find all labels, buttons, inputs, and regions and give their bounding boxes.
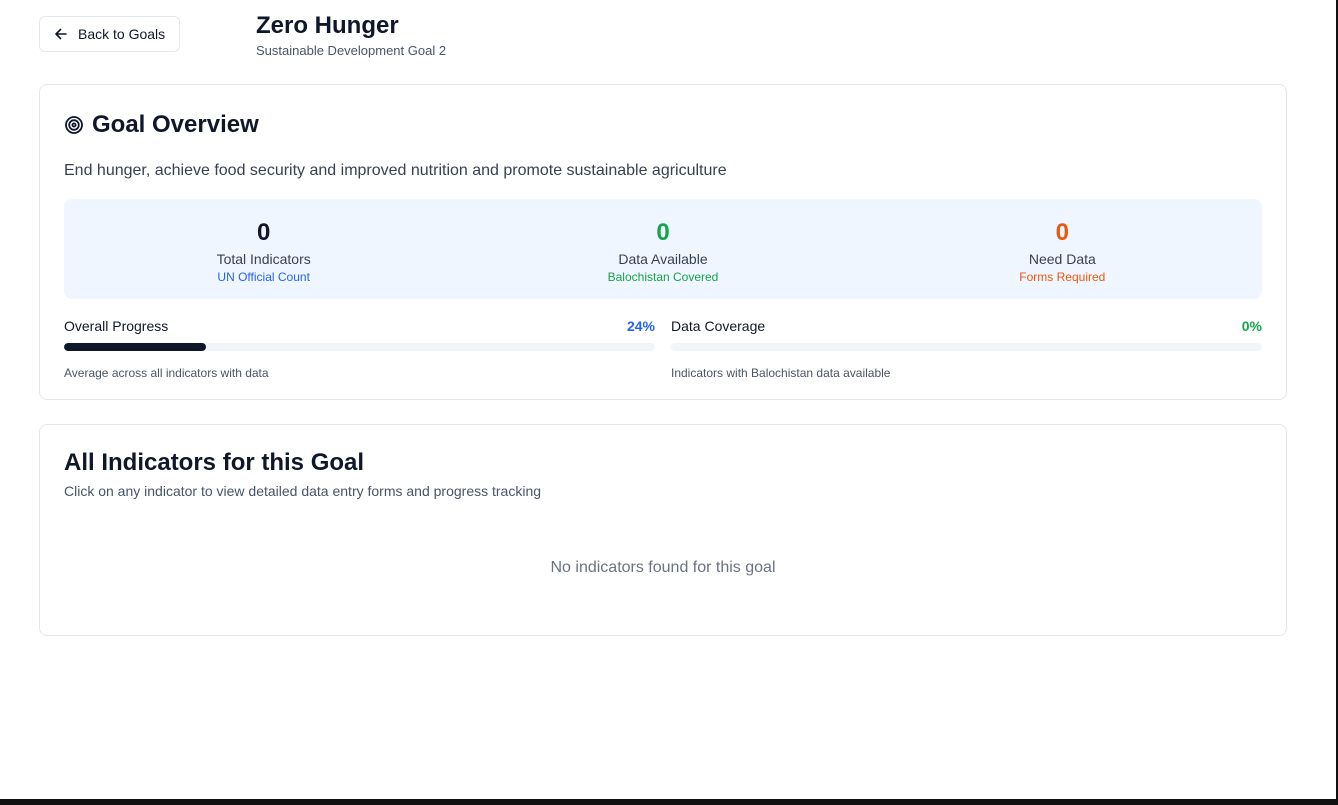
stat-sublabel: Balochistan Covered [607, 270, 719, 284]
stat-data-available: 0 Data Available Balochistan Covered [463, 199, 862, 299]
empty-state-message: No indicators found for this goal [550, 559, 776, 576]
indicators-card: All Indicators for this Goal Click on an… [39, 424, 1287, 636]
overall-progress-label: Overall Progress [64, 318, 169, 334]
indicators-subtitle: Click on any indicator to view detailed … [64, 483, 542, 499]
stat-label: Need Data [1028, 251, 1096, 267]
overall-progress-bar [64, 343, 655, 351]
page-title: Zero Hunger [256, 12, 399, 39]
stat-value: 0 [256, 219, 271, 246]
goal-overview-header: Goal Overview [64, 111, 259, 139]
stat-value: 0 [656, 219, 670, 246]
stat-sublabel: UN Official Count [217, 270, 310, 284]
stat-label: Data Available [618, 251, 708, 267]
stat-need-data: 0 Need Data Forms Required [863, 199, 1262, 299]
overall-progress: Overall Progress 24% Average across all … [64, 318, 655, 380]
arrow-left-icon [54, 27, 68, 41]
data-coverage-bar [671, 343, 1262, 351]
overall-progress-percent: 24% [626, 318, 655, 334]
back-to-goals-button[interactable]: Back to Goals [39, 16, 180, 52]
data-coverage-label: Data Coverage [671, 318, 766, 334]
goal-overview-title: Goal Overview [92, 111, 259, 138]
stat-sublabel: Forms Required [1019, 270, 1106, 284]
page-header: Zero Hunger Sustainable Development Goal… [256, 12, 446, 58]
back-to-goals-label: Back to Goals [78, 26, 166, 42]
stat-value: 0 [1055, 219, 1069, 246]
data-coverage-note: Indicators with Balochistan data availab… [671, 366, 891, 380]
indicators-title: All Indicators for this Goal [64, 449, 365, 476]
page: Back to Goals Zero Hunger Sustainable De… [0, 0, 1336, 799]
stat-total-indicators: 0 Total Indicators UN Official Count [64, 199, 463, 299]
data-coverage-percent: 0% [1241, 318, 1262, 334]
stat-label: Total Indicators [216, 251, 311, 267]
data-coverage: Data Coverage 0% Indicators with Balochi… [671, 318, 1262, 380]
target-icon [64, 115, 84, 135]
goal-overview-card: Goal Overview End hunger, achieve food s… [39, 84, 1287, 400]
goal-description: End hunger, achieve food security and im… [64, 162, 727, 179]
overall-progress-note: Average across all indicators with data [64, 366, 269, 380]
page-subtitle: Sustainable Development Goal 2 [256, 43, 447, 58]
overall-progress-fill [64, 343, 206, 351]
stats-panel: 0 Total Indicators UN Official Count 0 D… [64, 199, 1262, 299]
